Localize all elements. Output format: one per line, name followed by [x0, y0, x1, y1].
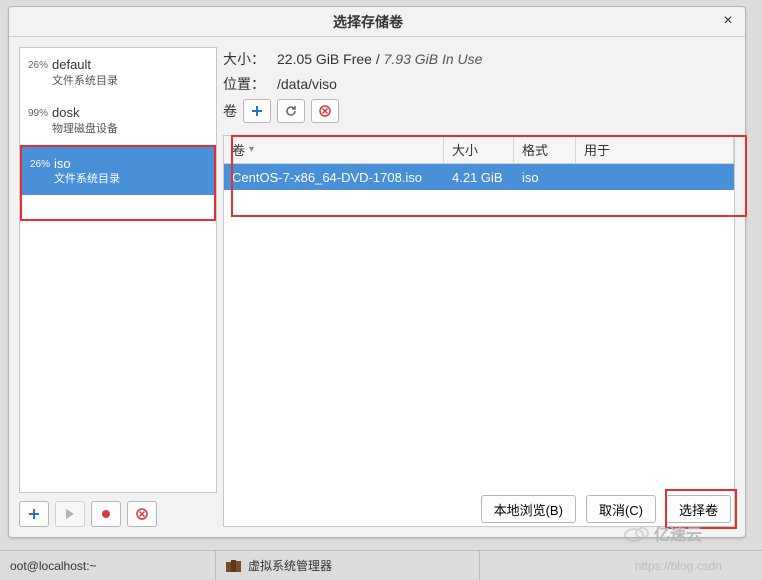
cell-size: 4.21 GiB [444, 170, 514, 185]
right-panel: 大小： 22.05 GiB Free / 7.93 GiB In Use 位置：… [223, 47, 735, 527]
pool-subtitle: 文件系统目录 [52, 74, 210, 89]
pool-item-default[interactable]: 26% default 文件系统目录 [20, 48, 216, 96]
volume-add-button[interactable] [243, 99, 271, 123]
plus-icon [251, 105, 263, 117]
col-volume[interactable]: 卷▾ [224, 136, 444, 163]
titlebar: 选择存储卷 × [9, 7, 745, 37]
size-inuse: 7.93 GiB In Use [384, 51, 483, 67]
col-format[interactable]: 格式 [514, 136, 576, 163]
location-label: 位置： [223, 72, 265, 97]
pool-list: 26% default 文件系统目录 99% dosk 物理磁盘设备 26% [19, 47, 217, 493]
choose-volume-button[interactable]: 选择卷 [666, 495, 731, 523]
taskbar: oot@localhost:~ 虚拟系统管理器 https://blog.csd… [0, 550, 762, 580]
pool-subtitle: 物理磁盘设备 [52, 122, 210, 137]
table-header: 卷▾ 大小 格式 用于 [224, 136, 734, 164]
cell-name: CentOS-7-x86_64-DVD-1708.iso [224, 170, 444, 185]
pool-start-button [55, 501, 85, 527]
pool-item-iso[interactable]: 26% iso 文件系统目录 [22, 147, 214, 195]
watermark: 亿速云 [624, 521, 702, 545]
dialog-footer: 本地浏览(B) 取消(C) 选择卷 [481, 495, 731, 523]
pool-item-dosk[interactable]: 99% dosk 物理磁盘设备 [20, 96, 216, 144]
pool-name: dosk [52, 104, 210, 122]
vmm-icon [226, 560, 242, 572]
col-size[interactable]: 大小 [444, 136, 514, 163]
pool-subtitle: 文件系统目录 [54, 172, 208, 187]
size-label: 大小： [223, 47, 265, 72]
volume-refresh-button[interactable] [277, 99, 305, 123]
col-usedby[interactable]: 用于 [576, 136, 734, 163]
play-icon [65, 509, 75, 519]
watermark-icon [624, 523, 650, 543]
pool-name: iso [54, 155, 208, 173]
pool-info: 大小： 22.05 GiB Free / 7.93 GiB In Use 位置：… [223, 47, 735, 129]
close-icon[interactable]: × [719, 13, 737, 31]
pool-toolbar [19, 501, 217, 527]
pool-stop-button[interactable] [91, 501, 121, 527]
blog-url: https://blog.csdn [635, 559, 722, 573]
cell-format: iso [514, 170, 576, 185]
location-value: /data/viso [277, 72, 337, 97]
sidebar: 26% default 文件系统目录 99% dosk 物理磁盘设备 26% [19, 47, 217, 527]
record-icon [101, 509, 111, 519]
delete-icon [136, 508, 148, 520]
delete-icon [319, 105, 331, 117]
pool-percent: 26% [28, 155, 50, 170]
table-row[interactable]: CentOS-7-x86_64-DVD-1708.iso 4.21 GiB is… [224, 164, 734, 190]
size-free: 22.05 GiB Free [277, 51, 372, 67]
volumes-table: 卷▾ 大小 格式 用于 CentOS-7-x86_64-DVD-1708.iso… [223, 135, 735, 527]
storage-volume-dialog: 选择存储卷 × 26% default 文件系统目录 99% dosk 物理磁盘… [8, 6, 746, 538]
taskbar-terminal[interactable]: oot@localhost:~ [0, 551, 216, 580]
browse-local-button[interactable]: 本地浏览(B) [481, 495, 576, 523]
taskbar-vmm[interactable]: 虚拟系统管理器 [216, 551, 480, 580]
sort-icon: ▾ [249, 144, 254, 155]
pool-percent: 26% [26, 56, 48, 71]
pool-name: default [52, 56, 210, 74]
cancel-button[interactable]: 取消(C) [586, 495, 656, 523]
plus-icon [28, 508, 40, 520]
dialog-title: 选择存储卷 [17, 12, 719, 32]
pool-delete-button[interactable] [127, 501, 157, 527]
volumes-label: 卷 [223, 101, 237, 121]
pool-add-button[interactable] [19, 501, 49, 527]
volume-delete-button[interactable] [311, 99, 339, 123]
pool-percent: 99% [26, 104, 48, 119]
refresh-icon [285, 105, 297, 117]
